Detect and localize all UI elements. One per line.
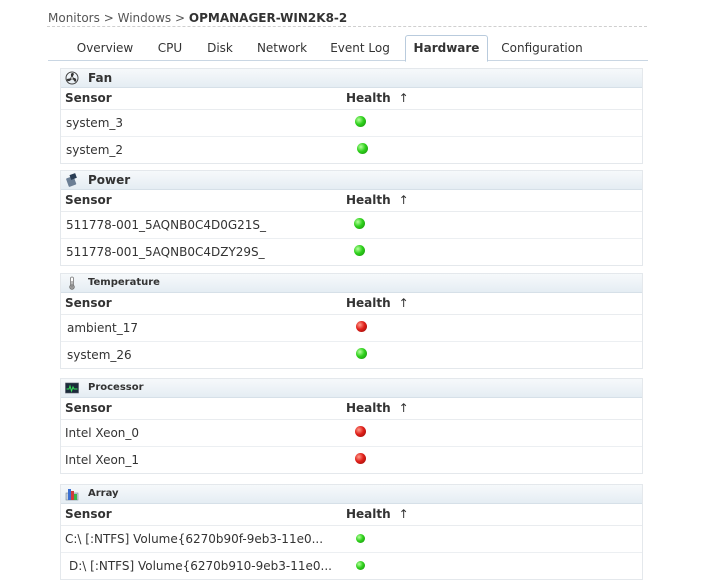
sensor-column-header[interactable]: Sensor — [65, 296, 112, 310]
tab-hardware[interactable]: Hardware — [405, 35, 488, 62]
health-label: Health — [346, 91, 391, 105]
health-column-header[interactable]: Health ↑ — [346, 296, 409, 310]
column-headers: Sensor Health ↑ — [61, 504, 642, 526]
table-row: D:\ [:NTFS] Volume{6270b910-9eb3-11e0... — [61, 553, 642, 579]
health-column-header[interactable]: Health ↑ — [346, 91, 409, 105]
sensor-name: Intel Xeon_1 — [65, 453, 140, 467]
sensor-name: system_26 — [67, 348, 132, 362]
status-critical-icon — [355, 426, 366, 437]
status-ok-icon — [355, 116, 366, 127]
column-headers: Sensor Health ↑ — [61, 190, 642, 212]
status-ok-icon — [354, 245, 365, 256]
status-critical-icon — [355, 453, 366, 464]
sensor-column-header[interactable]: Sensor — [65, 193, 112, 207]
sensor-column-header[interactable]: Sensor — [65, 507, 112, 521]
sensor-column-header[interactable]: Sensor — [65, 91, 112, 105]
sort-ascending-icon: ↑ — [398, 91, 409, 105]
table-row: Intel Xeon_0 — [61, 420, 642, 447]
section-header: Processor — [61, 379, 642, 398]
health-label: Health — [346, 401, 391, 415]
sensor-name: system_2 — [66, 143, 124, 157]
section-title: Processor — [88, 382, 144, 393]
tab-disk[interactable]: Disk — [201, 37, 239, 59]
thermometer-icon — [69, 276, 75, 290]
breadcrumb-separator: > — [175, 11, 186, 25]
health-label: Health — [346, 296, 391, 310]
column-headers: Sensor Health ↑ — [61, 398, 642, 420]
section-title: Fan — [88, 71, 113, 85]
health-column-header[interactable]: Health ↑ — [346, 401, 409, 415]
breadcrumb-divider — [47, 26, 647, 27]
array-section: Array Sensor Health ↑ C:\ [:NTFS] Volume{… — [60, 484, 643, 580]
power-section: Power Sensor Health ↑ 511778-001_5AQNB0C4… — [60, 170, 643, 266]
tab-configuration[interactable]: Configuration — [498, 37, 586, 59]
section-header: Array — [61, 485, 642, 504]
processor-icon — [65, 382, 79, 394]
temperature-section: Temperature Sensor Health ↑ ambient_17 sy… — [60, 273, 643, 369]
section-title: Power — [88, 173, 131, 187]
fan-section: Fan Sensor Health ↑ system_3 system_2 — [60, 68, 643, 164]
breadcrumb-device-name: OPMANAGER-WIN2K8-2 — [188, 11, 348, 25]
sensor-name: 511778-001_5AQNB0C4D0G21S_ — [66, 218, 267, 232]
health-column-header[interactable]: Health ↑ — [346, 193, 409, 207]
tab-network[interactable]: Network — [251, 37, 313, 59]
processor-section: Processor Sensor Health ↑ Intel Xeon_0 In… — [60, 378, 643, 474]
health-column-header[interactable]: Health ↑ — [346, 507, 409, 521]
sensor-name: C:\ [:NTFS] Volume{6270b90f-9eb3-11e0... — [65, 532, 324, 546]
sort-ascending-icon: ↑ — [398, 193, 409, 207]
breadcrumb-separator: > — [103, 11, 114, 25]
sort-ascending-icon: ↑ — [398, 296, 409, 310]
status-ok-icon — [356, 534, 365, 543]
sensor-name: system_3 — [66, 116, 124, 130]
section-title: Temperature — [88, 277, 160, 288]
tab-cpu[interactable]: CPU — [152, 37, 188, 59]
sensor-name: D:\ [:NTFS] Volume{6270b910-9eb3-11e0... — [69, 559, 332, 573]
sensor-name: Intel Xeon_0 — [65, 426, 140, 440]
table-row: 511778-001_5AQNB0C4D0G21S_ — [61, 212, 642, 239]
sort-ascending-icon: ↑ — [398, 507, 409, 521]
table-row: ambient_17 — [61, 315, 642, 342]
status-critical-icon — [356, 321, 367, 332]
table-row: system_2 — [61, 137, 642, 163]
status-ok-icon — [357, 143, 368, 154]
table-row: C:\ [:NTFS] Volume{6270b90f-9eb3-11e0... — [61, 526, 642, 553]
section-header: Power — [61, 171, 642, 190]
tab-overview[interactable]: Overview — [70, 37, 140, 59]
health-label: Health — [346, 193, 391, 207]
table-row: system_26 — [61, 342, 642, 368]
sensor-column-header[interactable]: Sensor — [65, 401, 112, 415]
table-row: 511778-001_5AQNB0C4DZY29S_ — [61, 239, 642, 265]
status-ok-icon — [354, 218, 365, 229]
tab-bar: Overview CPU Disk Network Event Log Hard… — [48, 35, 648, 62]
sort-ascending-icon: ↑ — [398, 401, 409, 415]
section-title: Array — [88, 488, 119, 499]
status-ok-icon — [356, 561, 365, 570]
sensor-name: ambient_17 — [67, 321, 138, 335]
status-ok-icon — [356, 348, 367, 359]
fan-icon — [65, 71, 79, 85]
column-headers: Sensor Health ↑ — [61, 293, 642, 315]
section-header: Fan — [61, 69, 642, 88]
health-label: Health — [346, 507, 391, 521]
section-header: Temperature — [61, 274, 642, 293]
breadcrumb-monitors[interactable]: Monitors — [48, 11, 100, 25]
table-row: Intel Xeon_1 — [61, 447, 642, 473]
array-icon — [65, 489, 79, 501]
breadcrumb: Monitors > Windows > OPMANAGER-WIN2K8-2 — [48, 11, 347, 25]
breadcrumb-windows[interactable]: Windows — [118, 11, 172, 25]
power-icon — [66, 173, 77, 187]
tab-event-log[interactable]: Event Log — [325, 37, 395, 59]
sensor-name: 511778-001_5AQNB0C4DZY29S_ — [66, 245, 265, 259]
table-row: system_3 — [61, 110, 642, 137]
column-headers: Sensor Health ↑ — [61, 88, 642, 110]
